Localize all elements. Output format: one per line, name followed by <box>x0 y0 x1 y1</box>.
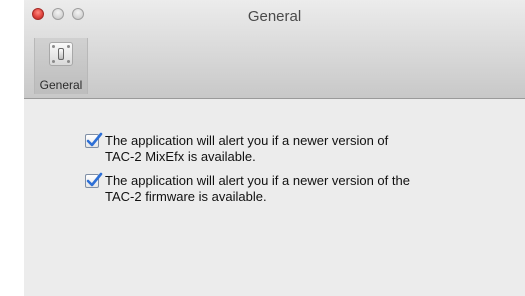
preferences-window: General General The application will ale… <box>24 0 525 296</box>
title-bar: General General <box>24 0 525 99</box>
option-label: The application will alert you if a newe… <box>105 133 455 165</box>
option-label: The application will alert you if a newe… <box>105 173 455 205</box>
window-title: General <box>247 8 302 25</box>
option-label-line1: The application will alert you if a newe… <box>105 133 389 148</box>
option-label-line1: The application will alert you if a newe… <box>105 173 410 188</box>
general-pane: The application will alert you if a newe… <box>24 99 525 296</box>
checkmark-icon <box>86 132 103 147</box>
switch-icon <box>49 42 73 66</box>
toolbar-item-label: General <box>39 78 83 92</box>
alert-firmware-update-checkbox[interactable] <box>85 172 103 188</box>
option-label-line2: TAC-2 firmware is available. <box>105 189 267 204</box>
alert-app-update-checkbox[interactable] <box>85 132 103 148</box>
toolbar-item-general[interactable]: General <box>34 38 88 94</box>
checkmark-icon <box>86 172 103 187</box>
option-label-line2: TAC-2 MixEfx is available. <box>105 149 256 164</box>
